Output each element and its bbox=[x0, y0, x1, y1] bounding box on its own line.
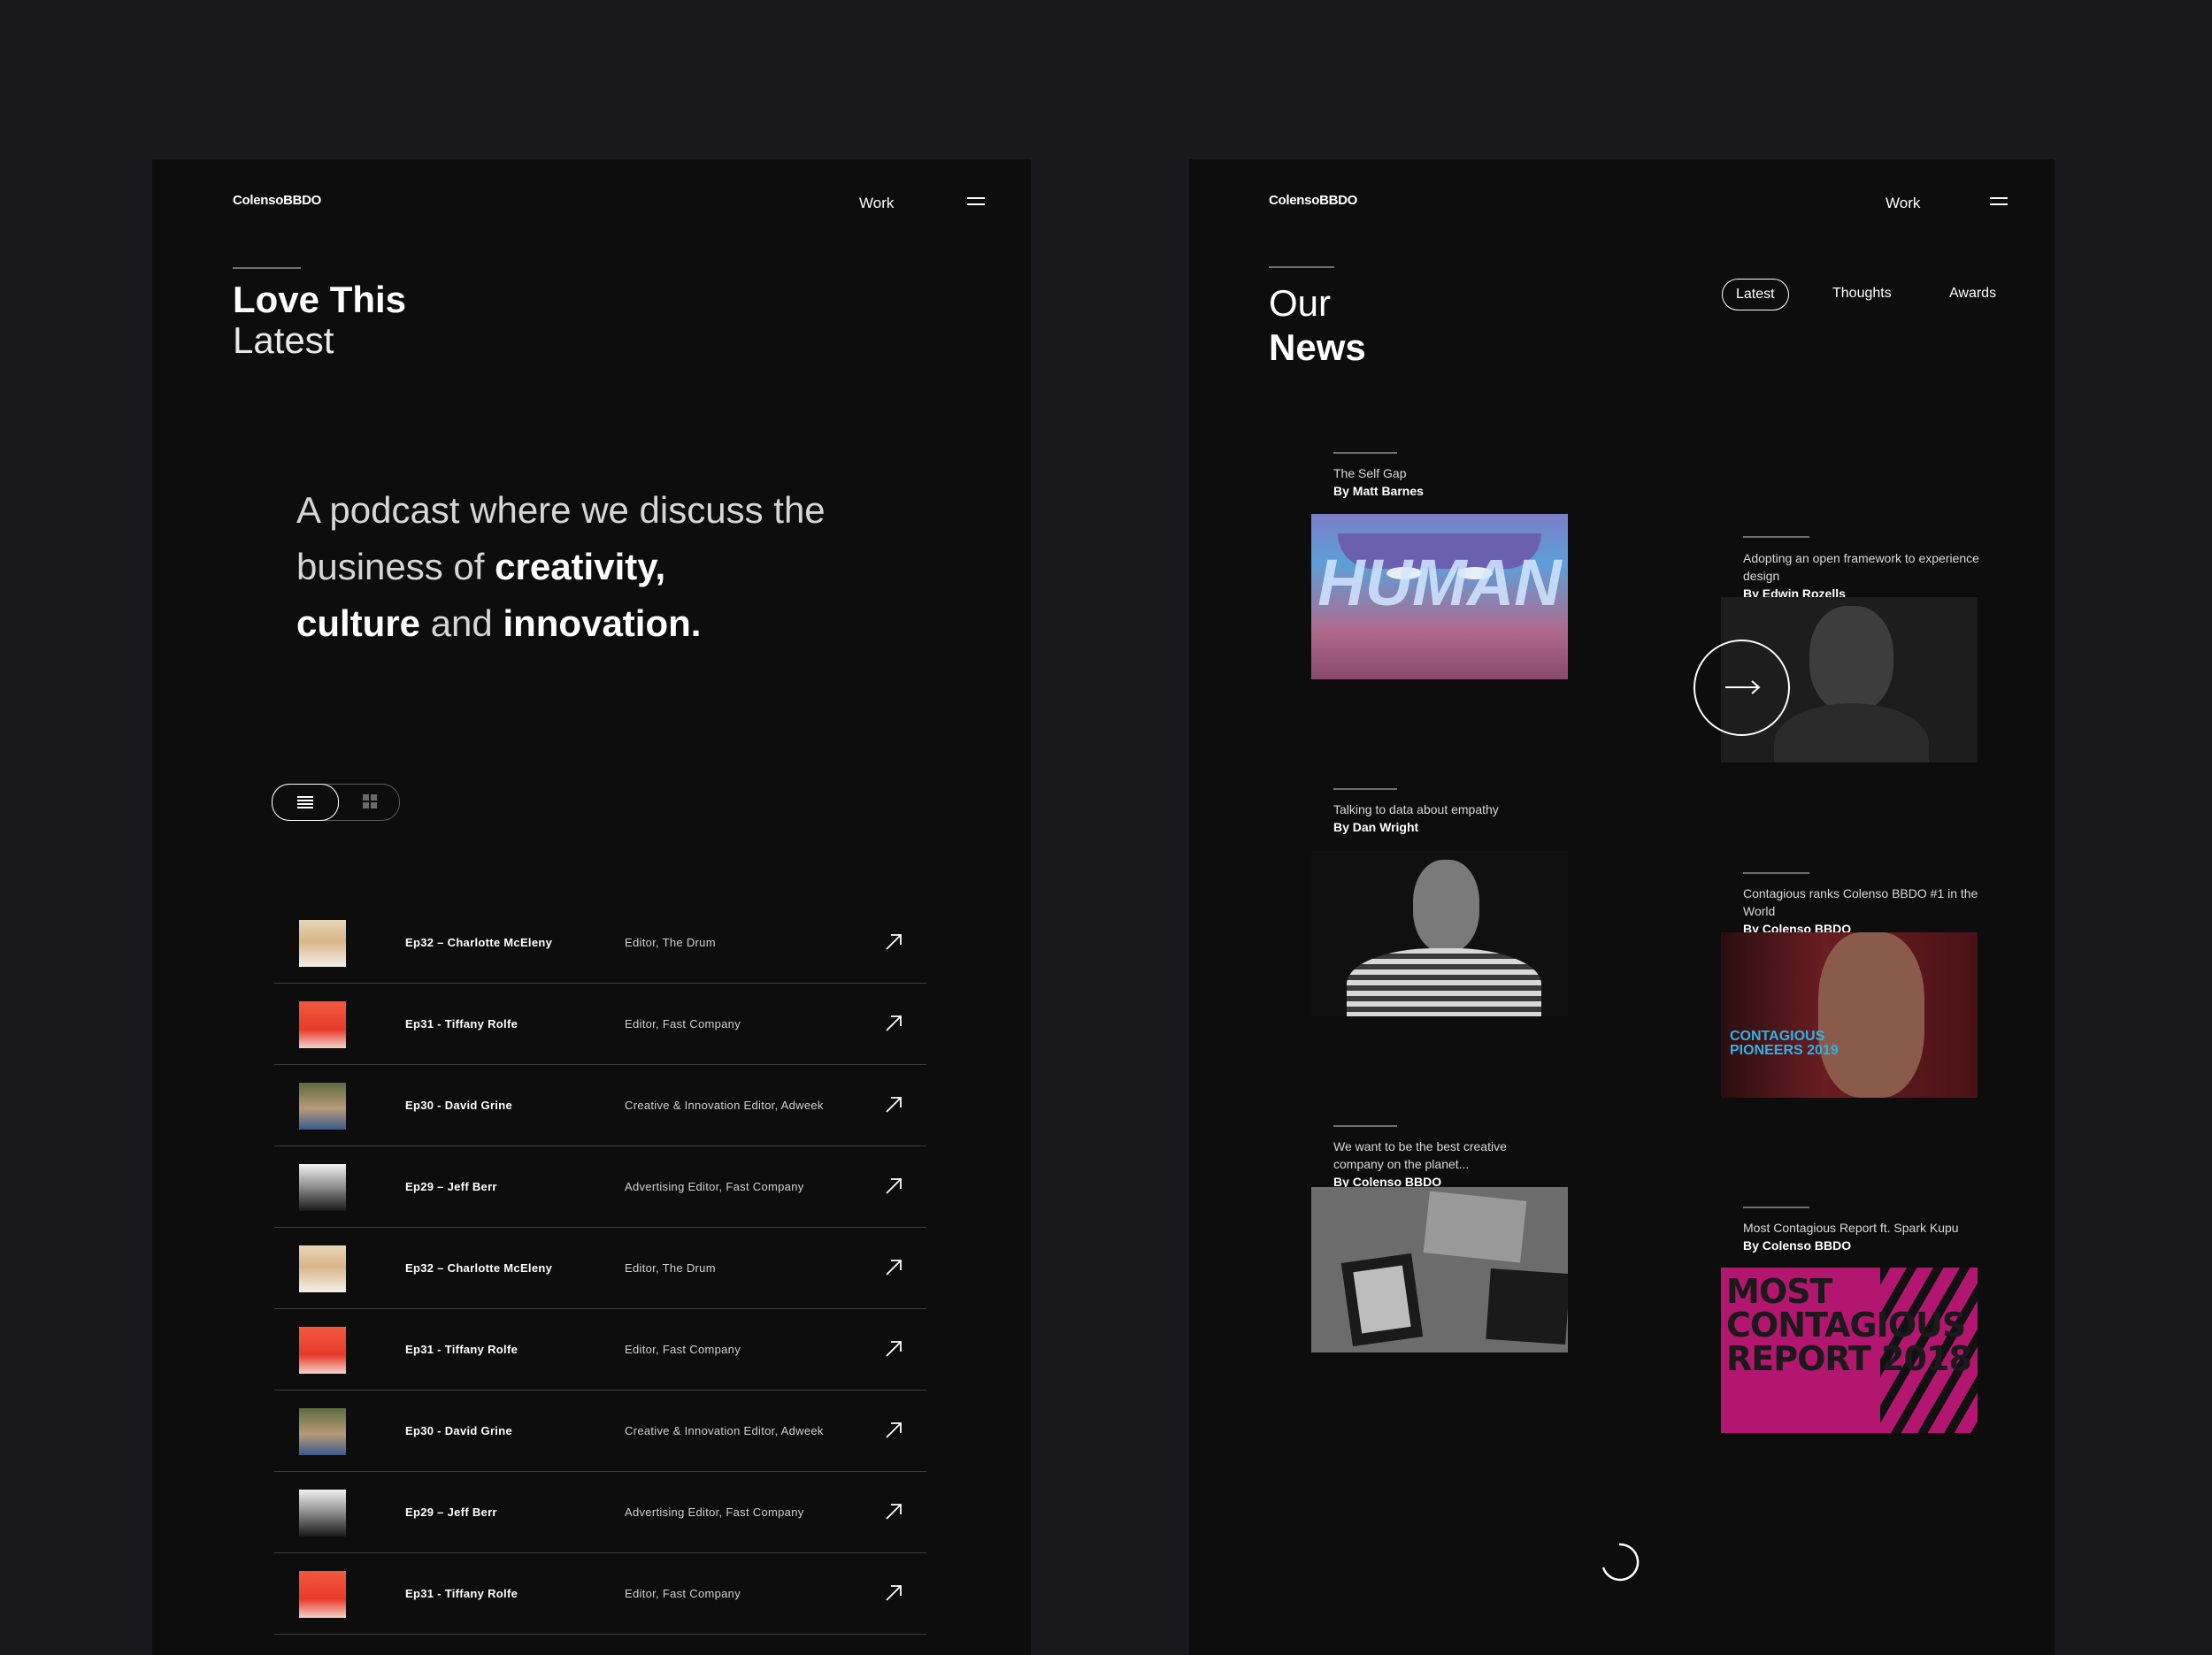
nav-work-link[interactable]: Work bbox=[1886, 195, 1920, 212]
card-rule bbox=[1333, 1125, 1397, 1127]
episode-title: Ep30 - David Grine bbox=[405, 1099, 512, 1112]
guest-role: Creative & Innovation Editor, Adweek bbox=[625, 1424, 824, 1437]
logo[interactable]: ColensoBBDO bbox=[233, 193, 321, 208]
episode-title: Ep32 – Charlotte McEleny bbox=[405, 936, 553, 949]
guest-role: Editor, Fast Company bbox=[625, 1343, 741, 1356]
episode-title: Ep31 - Tiffany Rolfe bbox=[405, 1343, 518, 1356]
episode-title: Ep29 – Jeff Berr bbox=[405, 1506, 497, 1519]
card-rule bbox=[1333, 452, 1397, 454]
logo[interactable]: ColensoBBDO bbox=[1269, 193, 1357, 208]
card-rule bbox=[1333, 788, 1397, 790]
avatar bbox=[299, 1245, 346, 1292]
view-toggle bbox=[272, 784, 400, 821]
news-card-image[interactable]: HUMAN bbox=[1311, 514, 1568, 679]
list-icon bbox=[297, 796, 313, 808]
podcast-page: ColensoBBDO Work Love This Latest A podc… bbox=[152, 159, 1031, 1655]
guest-role: Editor, The Drum bbox=[625, 1261, 716, 1275]
page-title: Our bbox=[1269, 282, 1332, 324]
arrow-up-right-icon[interactable] bbox=[883, 1582, 904, 1604]
page-subtitle: Latest bbox=[233, 319, 334, 361]
thumb-text: HUMAN bbox=[1317, 546, 1562, 619]
news-card-image[interactable]: MOST CONTAGIOUS REPORT 2018 bbox=[1721, 1268, 1978, 1433]
list-view-button[interactable] bbox=[272, 784, 339, 821]
thumb-text: MOST CONTAGIOUS REPORT 2018 bbox=[1726, 1272, 1972, 1378]
arrow-up-right-icon[interactable] bbox=[883, 1257, 904, 1278]
nav-work-link[interactable]: Work bbox=[859, 195, 894, 212]
arrow-up-right-icon[interactable] bbox=[883, 1176, 904, 1197]
guest-role: Creative & Innovation Editor, Adweek bbox=[625, 1099, 824, 1112]
menu-icon[interactable] bbox=[1990, 197, 2008, 206]
news-page: ColensoBBDO Work Our News Latest Thought… bbox=[1189, 159, 2055, 1655]
avatar bbox=[299, 1490, 346, 1536]
episode-row[interactable]: Ep29 – Jeff Berr Advertising Editor, Fast… bbox=[274, 1146, 926, 1228]
avatar bbox=[299, 1571, 346, 1618]
episode-row[interactable]: Ep30 - David Grine Creative & Innovation … bbox=[274, 1391, 926, 1472]
avatar bbox=[299, 1001, 346, 1048]
episode-row[interactable]: Ep31 - Tiffany Rolfe Editor, Fast Company bbox=[274, 1553, 926, 1635]
intro-text: A podcast where we discuss the business … bbox=[296, 489, 826, 644]
filter-latest[interactable]: Latest bbox=[1722, 279, 1789, 310]
grid-view-button[interactable] bbox=[341, 784, 399, 819]
news-card-image[interactable] bbox=[1311, 1187, 1568, 1352]
filter-thoughts[interactable]: Thoughts bbox=[1832, 279, 1892, 309]
avatar bbox=[299, 920, 346, 967]
page-title: Love This bbox=[233, 279, 407, 320]
guest-role: Advertising Editor, Fast Company bbox=[625, 1506, 804, 1519]
avatar bbox=[299, 1164, 346, 1211]
grid-icon bbox=[363, 794, 377, 808]
thumb-text: CONTAGIOUS PIONEERS 2019 bbox=[1730, 1029, 1839, 1058]
guest-role: Advertising Editor, Fast Company bbox=[625, 1180, 804, 1193]
episode-title: Ep29 – Jeff Berr bbox=[405, 1180, 497, 1193]
avatar bbox=[299, 1408, 346, 1455]
next-arrow-button[interactable] bbox=[1694, 640, 1790, 736]
episode-title: Ep30 - David Grine bbox=[405, 1424, 512, 1437]
arrow-up-right-icon[interactable] bbox=[883, 1013, 904, 1034]
episode-title: Ep31 - Tiffany Rolfe bbox=[405, 1587, 518, 1600]
news-card-title[interactable]: Most Contagious Report ft. Spark Kupu By … bbox=[1743, 1219, 1964, 1254]
episode-row[interactable]: Ep30 - David Grine Creative & Innovation … bbox=[274, 1065, 926, 1146]
arrow-up-right-icon[interactable] bbox=[883, 931, 904, 953]
arrow-up-right-icon[interactable] bbox=[883, 1420, 904, 1441]
episode-row[interactable]: Ep32 – Charlotte McEleny Editor, The Drum bbox=[274, 1228, 926, 1309]
guest-role: Editor, Fast Company bbox=[625, 1017, 741, 1031]
news-card-title[interactable]: Adopting an open framework to experience… bbox=[1743, 549, 1982, 602]
news-card-title[interactable]: We want to be the best creative company … bbox=[1333, 1138, 1555, 1191]
episode-row[interactable]: Ep31 - Tiffany Rolfe Editor, Fast Company bbox=[274, 984, 926, 1065]
arrow-up-right-icon[interactable] bbox=[883, 1501, 904, 1522]
news-card-image[interactable]: CONTAGIOUS PIONEERS 2019 bbox=[1721, 932, 1978, 1098]
card-rule bbox=[1743, 872, 1809, 874]
filter-awards[interactable]: Awards bbox=[1949, 279, 1996, 309]
page-subtitle: News bbox=[1269, 326, 1366, 368]
guest-role: Editor, Fast Company bbox=[625, 1587, 741, 1600]
card-rule bbox=[1743, 536, 1809, 538]
arrow-up-right-icon[interactable] bbox=[883, 1094, 904, 1115]
episode-list: Ep32 – Charlotte McEleny Editor, The Drum… bbox=[274, 902, 926, 1635]
guest-role: Editor, The Drum bbox=[625, 936, 716, 949]
news-card-title[interactable]: Contagious ranks Colenso BBDO #1 in the … bbox=[1743, 885, 1991, 938]
menu-icon[interactable] bbox=[967, 197, 985, 206]
loading-spinner-icon bbox=[1601, 1543, 1640, 1582]
episode-row[interactable]: Ep31 - Tiffany Rolfe Editor, Fast Company bbox=[274, 1309, 926, 1391]
episode-title: Ep31 - Tiffany Rolfe bbox=[405, 1017, 518, 1031]
card-rule bbox=[1743, 1207, 1809, 1208]
arrow-right-icon bbox=[1725, 680, 1761, 694]
news-card-image[interactable] bbox=[1311, 851, 1568, 1016]
episode-row[interactable]: Ep32 – Charlotte McEleny Editor, The Drum bbox=[274, 902, 926, 984]
avatar bbox=[299, 1083, 346, 1130]
episode-title: Ep32 – Charlotte McEleny bbox=[405, 1261, 553, 1275]
episode-row[interactable]: Ep29 – Jeff Berr Advertising Editor, Fast… bbox=[274, 1472, 926, 1553]
heading-rule bbox=[1269, 266, 1334, 268]
arrow-up-right-icon[interactable] bbox=[883, 1338, 904, 1360]
heading-rule bbox=[233, 267, 301, 269]
avatar bbox=[299, 1327, 346, 1374]
news-card-title[interactable]: Talking to data about empathy By Dan Wrig… bbox=[1333, 801, 1572, 836]
news-card-title[interactable]: The Self Gap By Matt Barnes bbox=[1333, 464, 1572, 500]
